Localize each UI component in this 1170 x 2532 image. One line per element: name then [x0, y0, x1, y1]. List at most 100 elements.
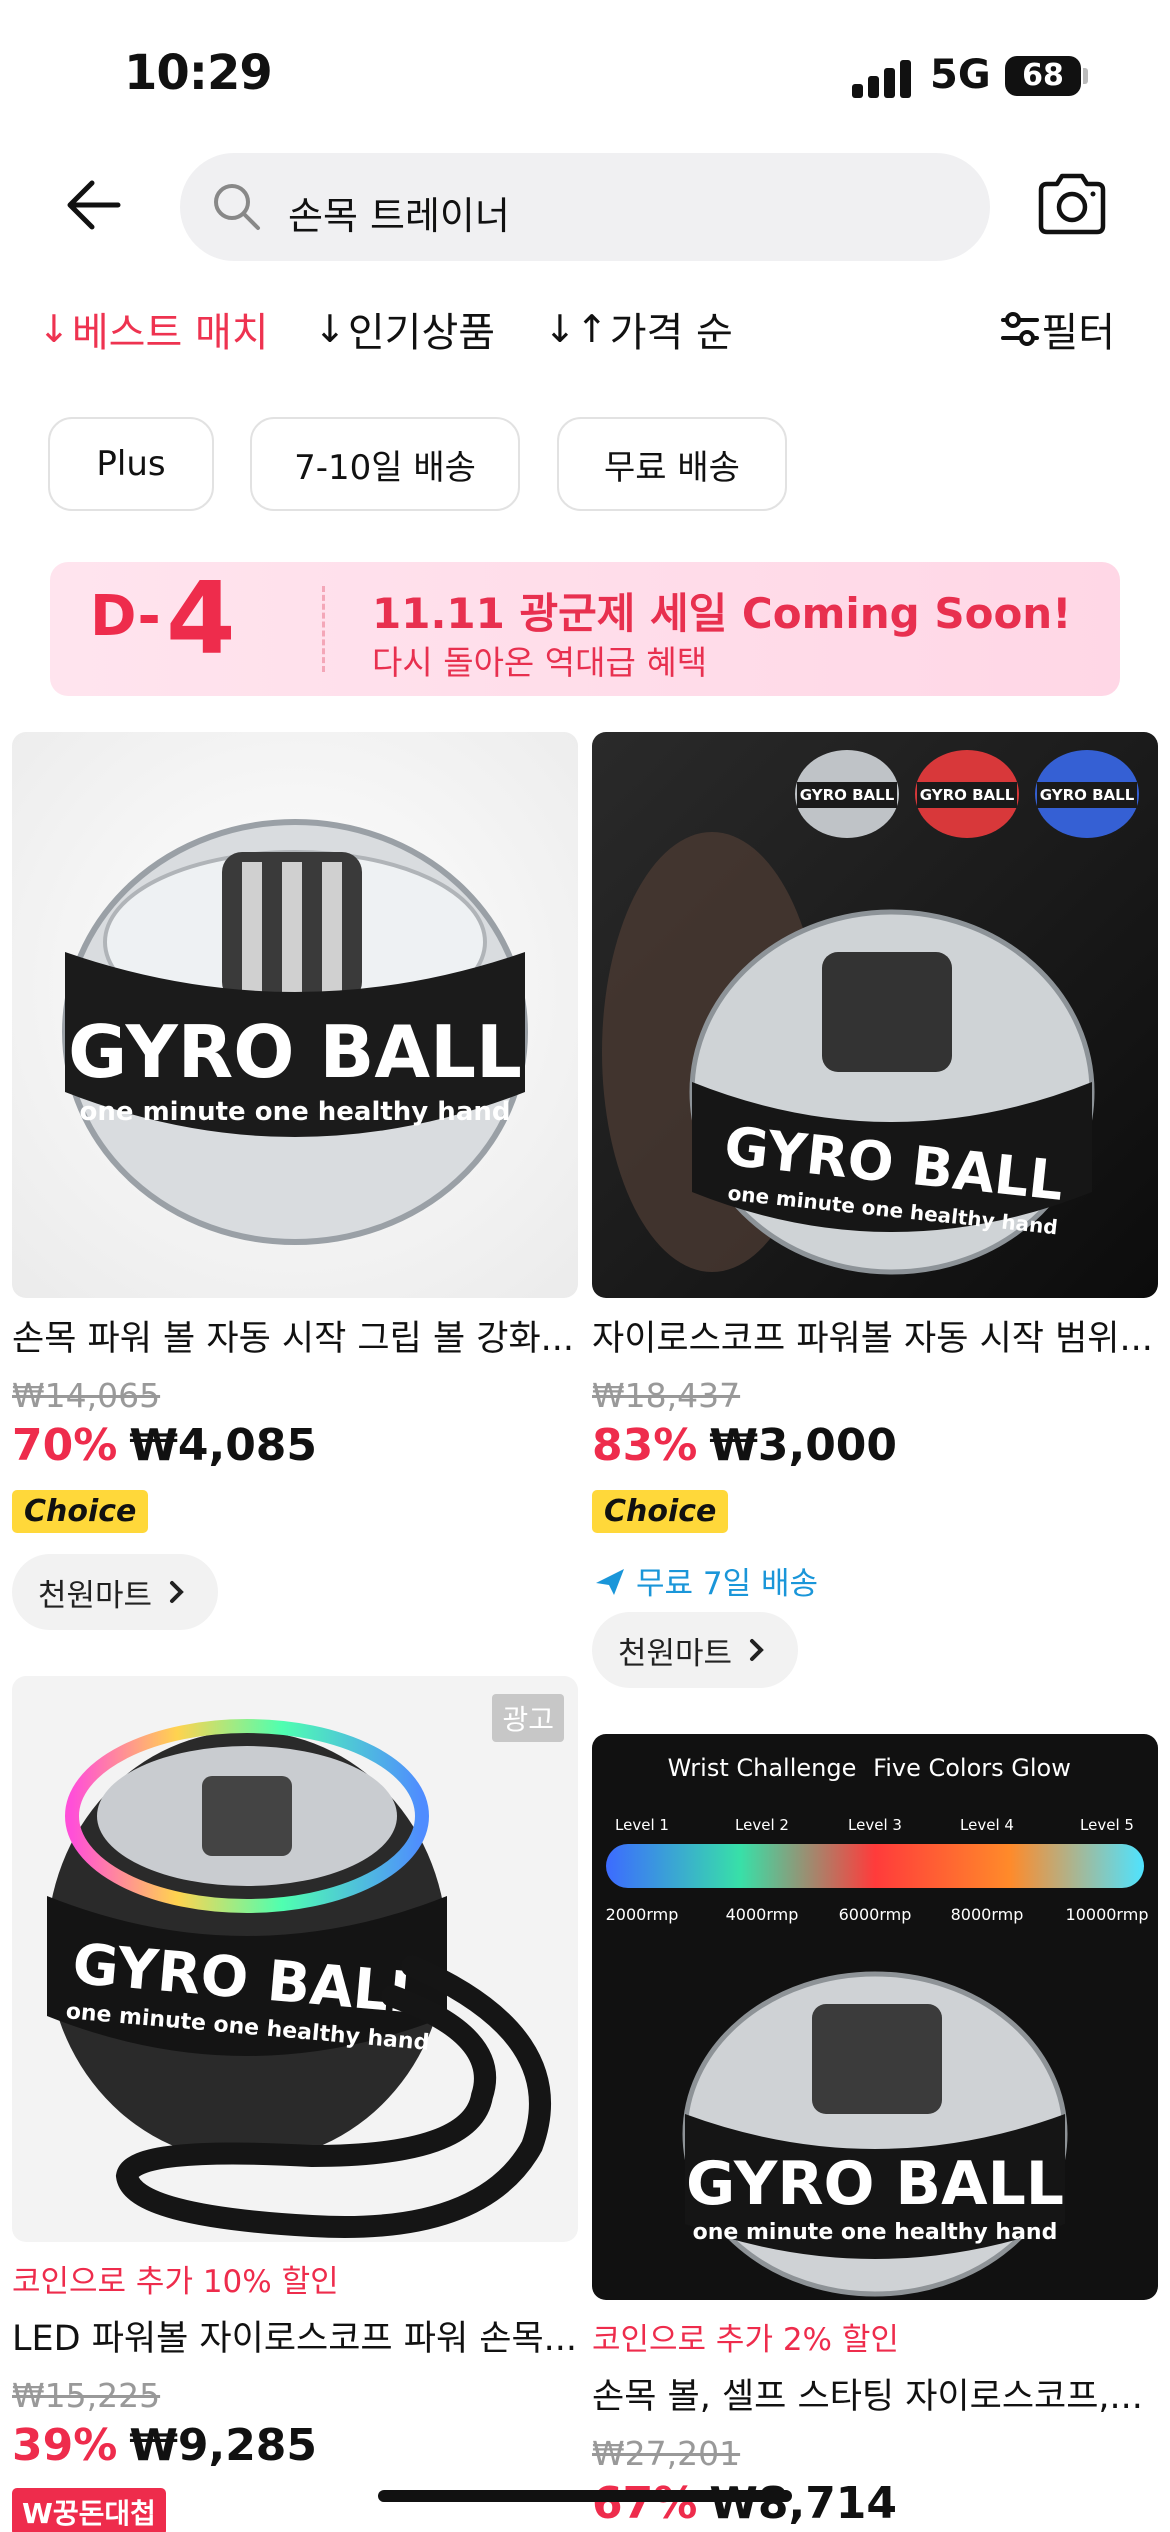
store-link[interactable]: 천원마트 — [12, 1554, 219, 1630]
gyro-ball-image: GYRO BALL one minute one healthy hand — [47, 1719, 551, 2238]
home-indicator[interactable] — [378, 2490, 792, 2502]
level-label: Level 3 — [848, 1816, 902, 1834]
product-title: LED 파워볼 자이로스코프 파워 손목... — [12, 2319, 578, 2359]
rpm-labels: 2000rmp 4000rmp 6000rmp 8000rmp 10000rmp — [606, 1905, 1149, 1924]
store-link[interactable]: 천원마트 — [592, 1612, 799, 1688]
sale-price: ₩4,085 — [129, 1420, 318, 1471]
product-image[interactable]: GYRO BALL GYRO BALL GYRO BALL GYRO BALL … — [592, 732, 1158, 1298]
filter-button[interactable]: 필터 — [999, 300, 1115, 358]
rpm-label: 6000rmp — [839, 1905, 912, 1924]
image-brand-text: GYRO BALL — [686, 2149, 1064, 2219]
gyro-ball-image: Wrist Challenge Five Colors Glow Level 1… — [606, 1754, 1149, 2297]
chip-free-shipping[interactable]: 무료 배송 — [557, 417, 787, 511]
banner-d-number: 4 — [166, 562, 236, 677]
discount-rate: 83% — [592, 1420, 698, 1471]
status-bar: 10:29 5G 68 — [0, 0, 1170, 150]
shipping-label: 무료 7일 배송 — [636, 1566, 819, 1602]
product-card[interactable]: GYRO BALL one minute one healthy hand 광고… — [12, 1676, 578, 2532]
shipping-info: 무료 7일 배송 — [592, 1558, 818, 1603]
product-title: 자이로스코프 파워볼 자동 시작 범위... — [592, 1319, 1153, 1359]
arrow-left-icon — [67, 180, 121, 230]
chevron-right-icon — [170, 1581, 184, 1603]
sort-arrow-icon: ↓ — [314, 307, 346, 351]
level-label: Level 4 — [960, 1816, 1014, 1834]
sort-bar: ↓ 베스트 매치 ↓ 인기상품 ↓↑ 가격 순 필터 — [0, 300, 1170, 370]
status-time: 10:29 — [124, 45, 273, 101]
choice-badge: Choice — [592, 1490, 729, 1533]
battery-tip — [1083, 68, 1088, 84]
variant-label: GYRO BALL — [800, 786, 895, 804]
airplane-icon — [596, 1568, 624, 1595]
rpm-label: 2000rmp — [606, 1905, 679, 1924]
sort-arrow-icon: ↓↑ — [544, 307, 608, 351]
sort-best-match[interactable]: ↓ 베스트 매치 — [38, 300, 269, 358]
original-price: ₩27,201 — [592, 2434, 741, 2473]
discount-rate: 39% — [12, 2420, 118, 2471]
product-image[interactable]: GYRO BALL one minute one healthy hand — [12, 732, 578, 1298]
image-tagline-text: one minute one healthy hand — [693, 2220, 1058, 2245]
rpm-label: 4000rmp — [726, 1905, 799, 1924]
chevron-right-icon — [750, 1639, 764, 1661]
sort-price[interactable]: ↓↑ 가격 순 — [544, 300, 733, 358]
original-price: ₩18,437 — [592, 1376, 741, 1415]
camera-icon — [1038, 173, 1106, 235]
image-tagline-text: one minute one healthy hand — [80, 1097, 511, 1127]
product-card[interactable]: GYRO BALL one minute one healthy hand 손목… — [12, 732, 578, 1632]
discount-rate: 70% — [12, 1420, 118, 1471]
product-image[interactable]: Wrist Challenge Five Colors Glow Level 1… — [592, 1734, 1158, 2300]
filter-label: 필터 — [1041, 310, 1115, 356]
sale-price: ₩8,714 — [709, 2478, 898, 2529]
back-button[interactable] — [60, 170, 130, 240]
battery-icon: 68 — [1005, 56, 1081, 96]
image-brand-text: GYRO BALL — [68, 1010, 522, 1094]
promo-banner[interactable]: D- 4 11.11 광군제 세일 Coming Soon! 다시 돌아온 역대… — [50, 562, 1120, 696]
rpm-label: 10000rmp — [1066, 1905, 1149, 1924]
original-price: ₩15,225 — [12, 2376, 161, 2415]
store-name: 천원마트 — [618, 1635, 733, 1672]
banner-title: 11.11 광군제 세일 Coming Soon! — [372, 589, 1072, 638]
sort-label: 인기상품 — [347, 310, 496, 356]
coin-promo: 코인으로 추가 2% 할인 — [592, 2322, 899, 2358]
sale-price: ₩3,000 — [709, 1420, 898, 1471]
banner-d-label: D- — [90, 584, 161, 649]
coin-promo: 코인으로 추가 10% 할인 — [12, 2264, 339, 2300]
variant-label: GYRO BALL — [1040, 786, 1135, 804]
product-card[interactable]: GYRO BALL GYRO BALL GYRO BALL GYRO BALL … — [592, 732, 1158, 1692]
gyro-ball-image: GYRO BALL GYRO BALL GYRO BALL GYRO BALL … — [602, 750, 1139, 1275]
banner-subtitle: 다시 돌아온 역대급 혜택 — [372, 643, 708, 682]
sort-popular[interactable]: ↓ 인기상품 — [314, 300, 495, 358]
sliders-icon — [1001, 312, 1040, 346]
variant-label: GYRO BALL — [920, 786, 1015, 804]
camera-search-button[interactable] — [1035, 172, 1109, 236]
chip-delivery-7-10[interactable]: 7-10일 배송 — [250, 417, 520, 511]
choice-badge: Choice — [12, 1490, 149, 1533]
sale-price: ₩9,285 — [129, 2420, 318, 2471]
search-input[interactable]: 손목 트레이너 — [180, 153, 990, 261]
signal-icon — [852, 58, 912, 98]
product-title: 손목 볼, 셀프 스타팅 자이로스코프,... — [592, 2377, 1143, 2417]
product-card[interactable]: Wrist Challenge Five Colors Glow Level 1… — [592, 1734, 1158, 2532]
sale-event-badge: W꿍돈대첩 — [12, 2488, 166, 2532]
sort-label: 베스트 매치 — [71, 310, 269, 356]
rpm-label: 8000rmp — [951, 1905, 1024, 1924]
product-image[interactable]: GYRO BALL one minute one healthy hand 광고 — [12, 1676, 578, 2242]
gyro-ball-image: GYRO BALL one minute one healthy hand — [62, 819, 528, 1245]
level-label: Level 2 — [735, 1816, 789, 1834]
store-name: 천원마트 — [38, 1577, 153, 1614]
level-label: Level 1 — [615, 1816, 669, 1834]
image-headline-left: Wrist Challenge — [668, 1754, 857, 1782]
search-query: 손목 트레이너 — [288, 194, 510, 238]
ad-label: 광고 — [492, 1694, 564, 1742]
sort-arrow-icon: ↓ — [38, 307, 70, 351]
discount-rate: 67% — [592, 2478, 698, 2529]
chip-plus[interactable]: Plus — [48, 417, 214, 511]
product-title: 손목 파워 볼 자동 시작 그립 볼 강화... — [12, 1319, 575, 1359]
chip-label: Plus — [96, 444, 166, 484]
level-label: Level 5 — [1080, 1816, 1134, 1834]
search-icon — [214, 184, 260, 230]
level-labels: Level 1 Level 2 Level 3 Level 4 Level 5 — [615, 1816, 1134, 1834]
original-price: ₩14,065 — [12, 1376, 161, 1415]
chip-label: 7-10일 배송 — [294, 447, 476, 488]
network-label: 5G — [930, 52, 991, 98]
image-headline-right: Five Colors Glow — [873, 1754, 1071, 1782]
